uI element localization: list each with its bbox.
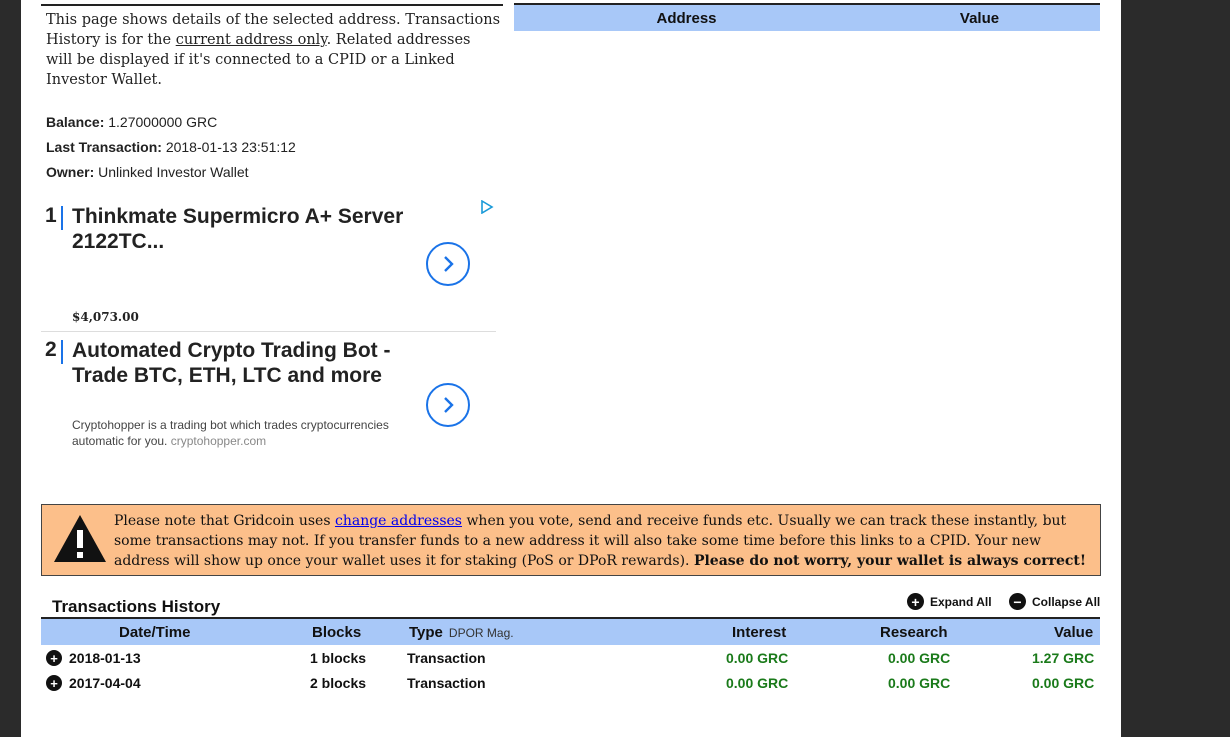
ad-open-button[interactable]	[426, 383, 470, 427]
ad-title[interactable]: Automated Crypto Trading Bot - Trade BTC…	[72, 338, 432, 388]
intro-paragraph: This page shows details of the selected …	[46, 10, 501, 90]
row-type: Transaction	[407, 650, 486, 666]
dpor-mag-header-label: DPOR Mag.	[448, 626, 514, 640]
owner-row: Owner: Unlinked Investor Wallet	[46, 164, 249, 180]
ad-price: $4,073.00	[72, 310, 139, 324]
type-column-header[interactable]: Type DPOR Mag.	[409, 624, 514, 641]
row-interest: 0.00 GRC	[726, 650, 789, 666]
value-column-header[interactable]: Value	[859, 10, 1100, 27]
ad-number: 1	[45, 204, 57, 227]
collapse-all-button[interactable]: − Collapse All	[1009, 593, 1100, 610]
page-content: This page shows details of the selected …	[21, 0, 1121, 737]
notice-bold-text: Please do not worry, your wallet is alwa…	[693, 553, 1087, 569]
ad-item-2[interactable]: 2 Automated Crypto Trading Bot - Trade B…	[41, 338, 496, 458]
top-divider	[41, 4, 503, 6]
ad-description: Cryptohopper is a trading bot which trad…	[72, 417, 432, 449]
collapse-all-label: Collapse All	[1032, 594, 1101, 609]
chevron-right-icon	[444, 256, 454, 272]
address-table-header: Address Value	[514, 3, 1100, 31]
notice-text: Please note that Gridcoin uses change ad…	[114, 511, 1094, 571]
table-row[interactable]: + 2017-04-04 2 blocks Transaction 0.00 G…	[41, 673, 1100, 695]
row-interest: 0.00 GRC	[726, 675, 789, 691]
owner-label: Owner:	[46, 164, 95, 180]
owner-value: Unlinked Investor Wallet	[98, 164, 249, 180]
value-column-header[interactable]: Value	[1054, 624, 1093, 641]
ad-title[interactable]: Thinkmate Supermicro A+ Server 2122TC...	[72, 204, 432, 254]
address-table: Address Value	[514, 3, 1100, 31]
ad-separator	[41, 331, 496, 332]
address-column-header[interactable]: Address	[514, 10, 859, 27]
research-column-header[interactable]: Research	[880, 624, 948, 641]
last-transaction-value: 2018-01-13 23:51:12	[165, 139, 296, 155]
row-blocks: 1 blocks	[310, 650, 367, 666]
balance-row: Balance: 1.27000000 GRC	[46, 114, 217, 130]
ad-url[interactable]: cryptohopper.com	[171, 434, 266, 448]
ad-item-1[interactable]: 1 Thinkmate Supermicro A+ Server 2122TC.…	[41, 204, 496, 330]
balance-value: 1.27000000 GRC	[108, 114, 218, 130]
chevron-right-icon	[444, 397, 454, 413]
transactions-table-header: Date/Time Blocks Type DPOR Mag. Interest …	[41, 617, 1100, 645]
plus-circle-icon: +	[907, 593, 924, 610]
ad-accent-bar	[61, 340, 63, 364]
row-blocks: 2 blocks	[310, 675, 367, 691]
balance-label: Balance:	[46, 114, 105, 130]
last-transaction-row: Last Transaction: 2018-01-13 23:51:12	[46, 139, 296, 155]
change-addresses-link[interactable]: change addresses	[335, 513, 462, 529]
expand-row-icon[interactable]: +	[46, 675, 62, 691]
minus-circle-icon: −	[1009, 593, 1026, 610]
row-research: 0.00 GRC	[888, 675, 951, 691]
datetime-column-header[interactable]: Date/Time	[119, 624, 190, 641]
ad-number: 2	[45, 338, 57, 361]
row-type: Transaction	[407, 675, 486, 691]
change-address-notice: Please note that Gridcoin uses change ad…	[41, 504, 1101, 576]
blocks-column-header[interactable]: Blocks	[312, 624, 361, 641]
expand-all-button[interactable]: + Expand All	[907, 593, 992, 610]
row-date: 2018-01-13	[69, 650, 141, 666]
interest-column-header[interactable]: Interest	[732, 624, 786, 641]
row-value: 0.00 GRC	[1032, 675, 1095, 691]
current-address-only-text: current address only	[175, 32, 327, 48]
transactions-history-title: Transactions History	[52, 597, 221, 616]
table-row[interactable]: + 2018-01-13 1 blocks Transaction 0.00 G…	[41, 648, 1100, 670]
ad-open-button[interactable]	[426, 242, 470, 286]
ad-accent-bar	[61, 206, 63, 230]
type-header-label: Type	[409, 624, 443, 641]
row-date: 2017-04-04	[69, 675, 141, 691]
warning-icon	[54, 515, 106, 562]
row-research: 0.00 GRC	[888, 650, 951, 666]
expand-row-icon[interactable]: +	[46, 650, 62, 666]
notice-text-start: Please note that Gridcoin uses	[114, 513, 335, 529]
last-transaction-label: Last Transaction:	[46, 139, 162, 155]
expand-all-label: Expand All	[930, 594, 992, 609]
row-value: 1.27 GRC	[1032, 650, 1095, 666]
